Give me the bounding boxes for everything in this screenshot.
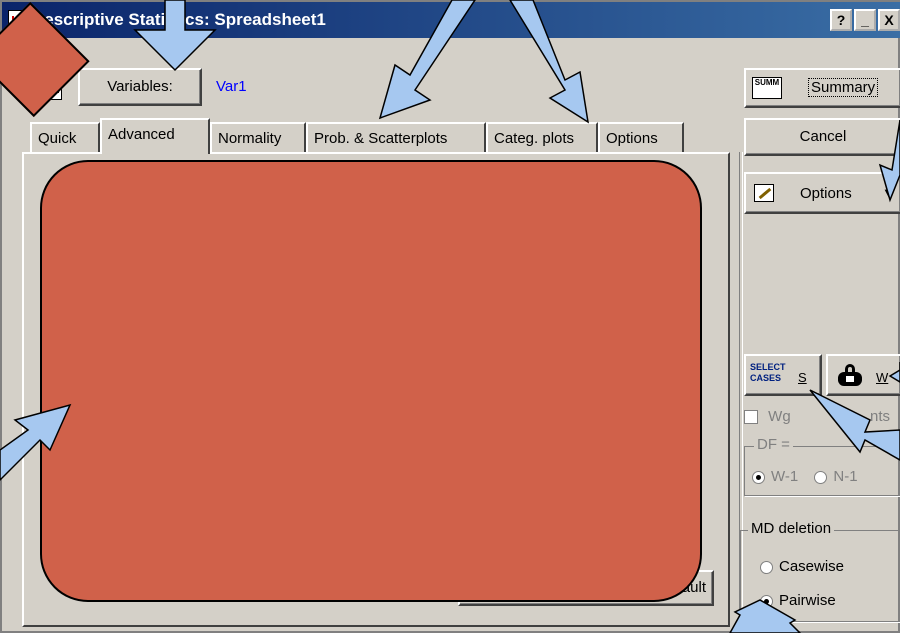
weight-label: W xyxy=(876,370,889,385)
select-cases-button[interactable]: SELECT CASES S xyxy=(744,354,822,396)
tab-normality[interactable]: Normality xyxy=(210,122,306,152)
summary-button[interactable]: SUMM Summary xyxy=(744,68,900,108)
options-menu-button[interactable]: Options ▼ xyxy=(744,172,900,214)
weight-button[interactable]: W xyxy=(826,354,900,396)
df-n1-radio[interactable] xyxy=(814,470,828,484)
variables-button-label: Variables: xyxy=(107,78,173,95)
weights-checkbox[interactable] xyxy=(744,410,758,425)
cancel-button[interactable]: Cancel xyxy=(744,118,900,156)
df-n1-label: N-1 xyxy=(833,468,858,485)
tab-options[interactable]: Options xyxy=(598,122,684,152)
weights-checkbox-row[interactable]: Wg nts xyxy=(744,408,900,432)
summary-label: Summary xyxy=(808,78,879,97)
tab-quick[interactable]: Quick xyxy=(30,122,100,152)
pairwise-option[interactable]: Pairwise xyxy=(760,592,836,609)
variables-value: Var1 xyxy=(216,78,247,95)
tab-categ-plots[interactable]: Categ. plots xyxy=(486,122,598,152)
window-title: Descriptive Statistics: Spreadsheet1 xyxy=(32,10,326,29)
close-button[interactable]: X xyxy=(878,9,900,31)
df-w1-label: W-1 xyxy=(771,468,799,485)
tab-prob-scatterplots[interactable]: Prob. & Scatterplots xyxy=(306,122,486,152)
df-legend: DF = xyxy=(754,436,793,453)
options-pencil-icon xyxy=(754,184,774,202)
df-w1-radio[interactable] xyxy=(752,470,765,484)
df-radio-row: W-1 N-1 xyxy=(752,468,858,485)
title-bar: Descriptive Statistics: Spreadsheet1 ? _… xyxy=(2,2,900,38)
redaction-overlay xyxy=(40,160,702,602)
pairwise-radio[interactable] xyxy=(760,594,773,608)
select-cases-icon: SELECT CASES xyxy=(750,362,786,383)
casewise-radio[interactable] xyxy=(760,560,773,574)
cancel-label: Cancel xyxy=(799,128,847,145)
variables-button[interactable]: Variables: xyxy=(78,68,202,106)
pairwise-label: Pairwise xyxy=(779,592,836,609)
tab-advanced[interactable]: Advanced xyxy=(100,118,210,154)
minimize-button[interactable]: _ xyxy=(854,9,876,31)
select-cases-label: S xyxy=(798,370,807,385)
md-deletion-legend: MD deletion xyxy=(748,520,835,537)
summary-icon: SUMM xyxy=(752,77,782,99)
casewise-option[interactable]: Casewise xyxy=(760,558,844,575)
weights-label-end: nts xyxy=(870,408,891,425)
weights-label-start: Wg xyxy=(768,408,791,425)
casewise-label: Casewise xyxy=(779,558,845,575)
weight-icon xyxy=(838,364,862,386)
help-button[interactable]: ? xyxy=(830,9,852,31)
dropdown-arrow-icon: ▼ xyxy=(882,185,895,200)
options-label: Options xyxy=(800,185,852,202)
